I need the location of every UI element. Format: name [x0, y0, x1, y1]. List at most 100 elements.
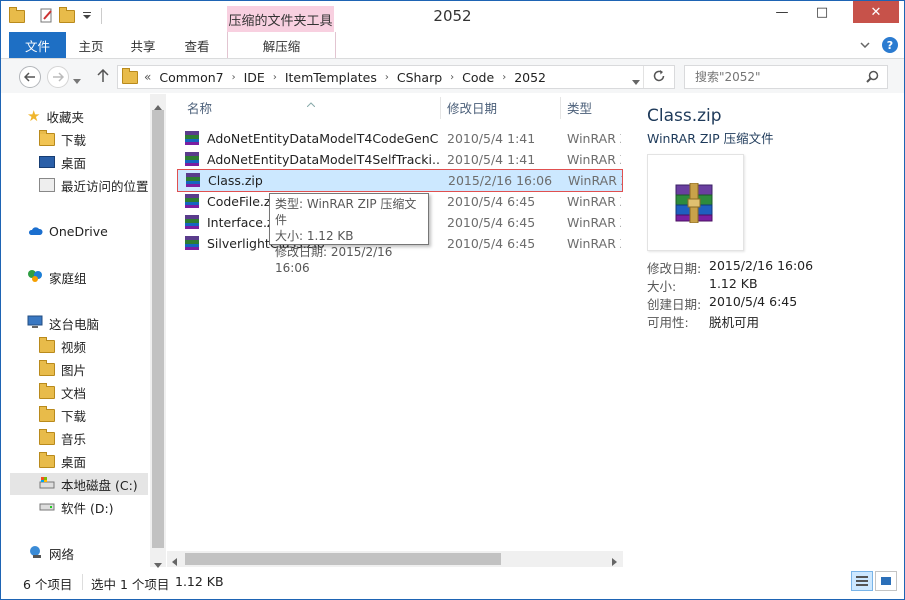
cloud-icon [27, 224, 43, 239]
nav-local-disk[interactable]: 本地磁盘 (C:) [10, 473, 148, 495]
nav-homegroup[interactable]: 家庭组 [27, 266, 87, 288]
file-info-tooltip: 类型: WinRAR ZIP 压缩文件 大小: 1.12 KB 修改日期: 20… [269, 193, 429, 275]
file-date: 2010/5/4 6:45 [447, 236, 536, 251]
large-icons-view-button[interactable] [875, 571, 897, 591]
tab-file[interactable]: 文件 [9, 32, 66, 58]
file-name: Class.zip [208, 173, 263, 188]
winrar-zip-icon [185, 194, 199, 208]
nav-onedrive[interactable]: OneDrive [27, 220, 108, 242]
nav-music[interactable]: 音乐 [39, 427, 86, 449]
tooltip-type: 类型: WinRAR ZIP 压缩文件 [275, 197, 417, 227]
homegroup-icon [27, 269, 43, 286]
nav-label: 桌面 [61, 454, 87, 470]
close-button[interactable]: ✕ [853, 1, 899, 23]
status-size: 1.12 KB [175, 574, 224, 589]
nav-network[interactable]: 网络 [27, 542, 74, 564]
nav-label: 视频 [61, 339, 87, 355]
music-folder-icon [39, 428, 55, 445]
nav-favorites[interactable]: ★ 收藏夹 [27, 105, 84, 127]
back-button[interactable] [19, 66, 41, 88]
search-icon[interactable] [866, 70, 879, 86]
nav-label: 图片 [61, 362, 87, 378]
breadcrumb-overflow[interactable]: « [144, 70, 151, 84]
tooltip-size: 大小: 1.12 KB [275, 229, 354, 243]
nav-scrollbar[interactable] [150, 94, 166, 568]
file-type: WinRAR ZIP [568, 173, 622, 188]
column-header-name[interactable]: 名称 [187, 94, 212, 121]
file-date: 2010/5/4 6:45 [447, 215, 536, 230]
address-bar[interactable]: « Common7 › IDE › ItemTemplates › CSharp › C… [117, 65, 675, 89]
nav-label: 最近访问的位置 [61, 178, 149, 194]
breadcrumb-item[interactable]: 2052 [514, 70, 546, 85]
nav-desktop[interactable]: 桌面 [39, 151, 86, 173]
file-row-selected[interactable]: Class.zip 2015/2/16 16:06 WinRAR ZIP [177, 169, 623, 192]
scroll-right-arrow[interactable] [612, 555, 617, 569]
recent-locations-icon[interactable] [73, 73, 81, 87]
nav-downloads[interactable]: 下载 [39, 128, 86, 150]
scroll-left-arrow[interactable] [172, 555, 177, 569]
tab-home[interactable]: 主页 [73, 32, 109, 58]
nav-desktop-pc[interactable]: 桌面 [39, 450, 86, 472]
status-bar: 6 个项目 选中 1 个项目 1.12 KB [1, 568, 904, 599]
breadcrumb-item[interactable]: IDE [244, 70, 265, 85]
hscroll-thumb[interactable] [185, 553, 501, 565]
download-folder-icon [39, 405, 55, 422]
tab-view[interactable]: 查看 [179, 32, 215, 58]
nav-recent[interactable]: 最近访问的位置 [39, 174, 149, 196]
nav-thispc[interactable]: 这台电脑 [27, 312, 99, 334]
file-date: 2010/5/4 6:45 [447, 194, 536, 209]
tab-extract[interactable]: 解压缩 [227, 32, 336, 58]
file-row[interactable]: AdoNetEntityDataModelT4CodeGenC... 2010/… [177, 128, 621, 149]
compressed-folder-tools-header: 压缩的文件夹工具 [227, 6, 334, 32]
column-header-date[interactable]: 修改日期 [447, 94, 497, 121]
minimize-button[interactable]: — [767, 1, 797, 23]
arrow-up-icon [97, 68, 109, 82]
tooltip-modified: 修改日期: 2015/2/16 16:06 [275, 245, 393, 275]
prop-value: 2015/2/16 16:06 [709, 258, 814, 273]
nav-downloads-pc[interactable]: 下载 [39, 404, 86, 426]
file-type: WinRAR ZIP [567, 236, 621, 251]
column-header-type[interactable]: 类型 [567, 94, 592, 121]
expand-ribbon-icon[interactable] [858, 38, 872, 52]
prop-value: 2010/5/4 6:45 [709, 294, 798, 309]
nav-label: 下载 [61, 408, 87, 424]
nav-scroll-thumb[interactable] [152, 110, 164, 548]
tab-share[interactable]: 共享 [125, 32, 161, 58]
search-box[interactable] [684, 65, 888, 89]
refresh-icon[interactable] [652, 69, 666, 86]
file-list-hscrollbar[interactable] [167, 551, 623, 567]
help-icon[interactable]: ? [882, 37, 898, 53]
file-type: WinRAR ZIP [567, 152, 621, 167]
maximize-button[interactable]: □ [807, 1, 837, 23]
file-type: WinRAR ZIP [567, 215, 621, 230]
preview-prop-created: 创建日期: 2010/5/4 6:45 [647, 294, 797, 313]
nav-videos[interactable]: 视频 [39, 335, 86, 357]
details-view-icon [856, 576, 868, 586]
arrow-right-icon [53, 72, 64, 82]
breadcrumb-item[interactable]: Common7 [159, 70, 223, 85]
status-item-count: 6 个项目 [23, 577, 73, 592]
breadcrumb-item[interactable]: ItemTemplates [285, 70, 377, 85]
breadcrumb-item[interactable]: Code [462, 70, 494, 85]
documents-folder-icon [39, 382, 55, 399]
nav-label: 网络 [49, 546, 75, 562]
breadcrumb-item[interactable]: CSharp [397, 70, 442, 85]
desktop-icon [39, 156, 55, 168]
nav-documents[interactable]: 文档 [39, 381, 86, 403]
status-selected: 选中 1 个项目 [91, 577, 170, 592]
forward-button[interactable] [47, 66, 69, 88]
up-button[interactable] [97, 68, 109, 86]
nav-software-drive[interactable]: 软件 (D:) [39, 496, 114, 518]
sort-ascending-icon [306, 96, 316, 110]
star-icon: ★ [27, 107, 41, 125]
details-view-button[interactable] [851, 571, 873, 591]
preview-thumbnail [647, 154, 744, 251]
search-input[interactable] [693, 69, 857, 85]
nav-pictures[interactable]: 图片 [39, 358, 86, 380]
breadcrumb: Common7 › IDE › ItemTemplates › CSharp › Cod… [159, 69, 546, 85]
address-dropdown-icon[interactable] [632, 74, 640, 88]
preview-prop-availability: 可用性: 脱机可用 [647, 312, 759, 331]
winrar-zip-icon [186, 173, 200, 187]
nav-label: 本地磁盘 (C:) [61, 477, 138, 493]
file-row[interactable]: AdoNetEntityDataModelT4SelfTracki... 201… [177, 149, 621, 170]
